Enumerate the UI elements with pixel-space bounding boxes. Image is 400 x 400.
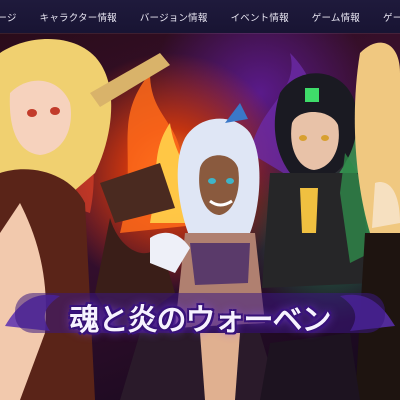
nav-event-info[interactable]: イベント情報 [208,10,289,24]
nav-character-info[interactable]: キャラクター情報 [17,10,117,24]
nav-version-info[interactable]: バージョン情報 [117,10,208,24]
nav-game-info[interactable]: ゲーム情報 [289,10,360,24]
game-title: 魂と炎のウォーベン [69,303,332,338]
game-logo: 魂と炎のウォーベン [0,281,400,341]
nav-game-features[interactable]: ゲームの特徴 [360,10,400,24]
top-navigation-bar: ムページ キャラクター情報 バージョン情報 イベント情報 ゲーム情報 ゲームの特… [0,0,400,33]
hero-artwork [0,39,400,400]
hero-banner: 魂と炎のウォーベン [0,33,400,400]
nav-home[interactable]: ムページ [0,10,17,24]
